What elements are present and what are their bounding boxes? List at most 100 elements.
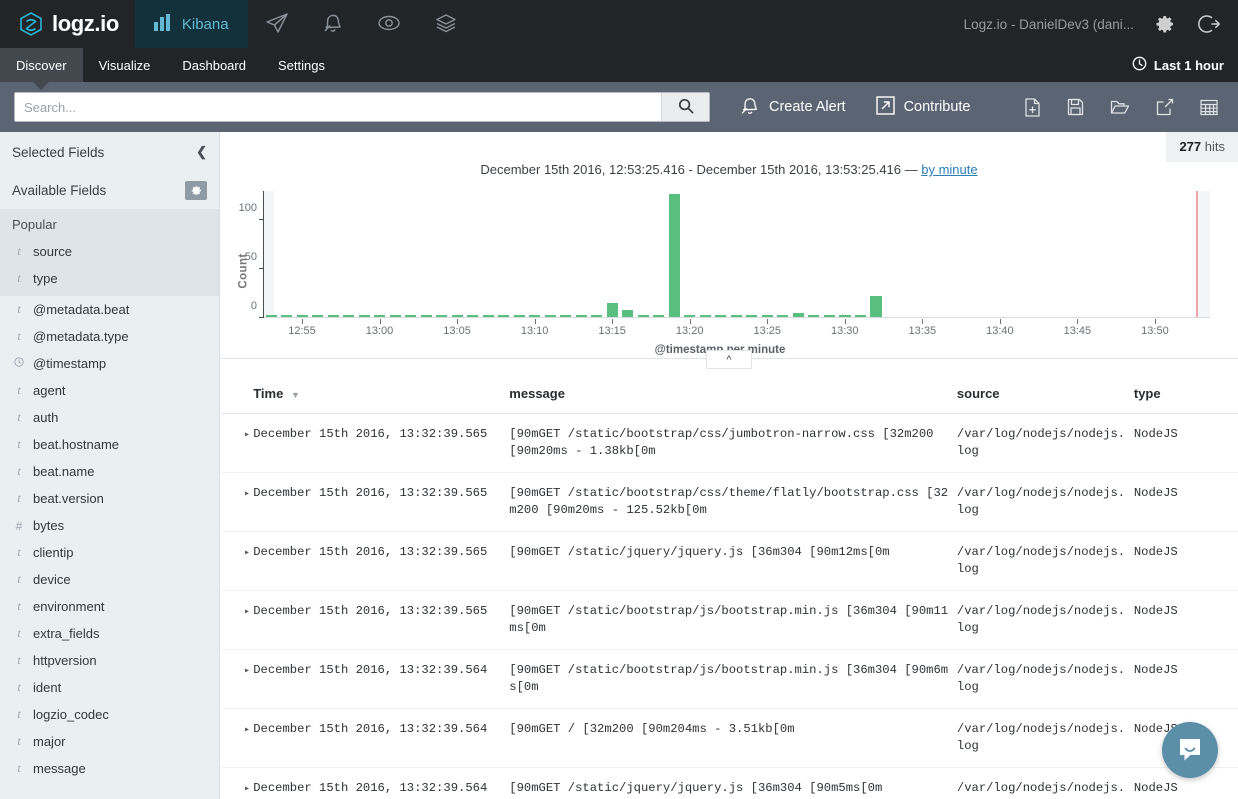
col-header-time[interactable]: Time ▼ bbox=[253, 374, 509, 414]
contribute-button[interactable]: Contribute bbox=[876, 96, 971, 119]
tab-discover[interactable]: Discover bbox=[0, 48, 83, 82]
row-expand-cell[interactable]: ▸ bbox=[222, 414, 253, 473]
field-metadata-type[interactable]: t @metadata.type bbox=[0, 323, 219, 350]
logout-icon[interactable] bbox=[1196, 11, 1222, 37]
caret-right-icon[interactable]: ▸ bbox=[244, 784, 250, 794]
chart-bar[interactable] bbox=[669, 194, 680, 317]
search-input[interactable] bbox=[15, 93, 661, 121]
field-message[interactable]: t message bbox=[0, 755, 219, 782]
chart-bar[interactable] bbox=[777, 315, 788, 317]
chart-bar[interactable] bbox=[359, 315, 370, 317]
col-header-source[interactable]: source bbox=[957, 374, 1134, 414]
chart-bar[interactable] bbox=[390, 315, 401, 317]
chart-bar[interactable] bbox=[715, 315, 726, 317]
chart-bar[interactable] bbox=[700, 315, 711, 317]
chart-bar[interactable] bbox=[576, 315, 587, 317]
chart-bar[interactable] bbox=[545, 315, 556, 317]
chart-bar[interactable] bbox=[343, 315, 354, 317]
app-item-insights[interactable] bbox=[360, 0, 418, 48]
app-item-paper-plane[interactable] bbox=[248, 0, 306, 48]
field-ident[interactable]: t ident bbox=[0, 674, 219, 701]
row-expand-cell[interactable]: ▸ bbox=[222, 768, 253, 795]
chart-bar[interactable] bbox=[808, 315, 819, 317]
row-expand-cell[interactable]: ▸ bbox=[222, 532, 253, 591]
chart-bar[interactable] bbox=[839, 315, 850, 317]
chart-bar[interactable] bbox=[684, 315, 695, 317]
field-bytes[interactable]: # bytes bbox=[0, 512, 219, 539]
share-icon[interactable] bbox=[1156, 98, 1174, 116]
field-environment[interactable]: t environment bbox=[0, 593, 219, 620]
field-auth[interactable]: t auth bbox=[0, 404, 219, 431]
gear-icon[interactable] bbox=[1152, 11, 1178, 37]
search-submit-button[interactable] bbox=[661, 93, 709, 121]
caret-right-icon[interactable]: ▸ bbox=[244, 489, 250, 500]
chart-bar[interactable] bbox=[870, 296, 881, 317]
tab-dashboard[interactable]: Dashboard bbox=[166, 48, 262, 82]
chart-bar[interactable] bbox=[855, 315, 866, 317]
save-icon[interactable] bbox=[1067, 98, 1084, 116]
table-row[interactable]: ▸December 15th 2016, 13:32:39.564[90mGET… bbox=[222, 768, 1238, 795]
chart-bar[interactable] bbox=[281, 315, 292, 317]
chart-bar[interactable] bbox=[436, 315, 447, 317]
app-item-alerts[interactable] bbox=[306, 0, 360, 48]
chevron-left-icon[interactable]: ❮ bbox=[196, 144, 207, 160]
chart-bar[interactable] bbox=[467, 315, 478, 317]
caret-right-icon[interactable]: ▸ bbox=[244, 430, 250, 441]
field-device[interactable]: t device bbox=[0, 566, 219, 593]
chart-bar[interactable] bbox=[591, 315, 602, 317]
logzio-brand[interactable]: logz.io bbox=[0, 0, 135, 48]
field-httpversion[interactable]: t httpversion bbox=[0, 647, 219, 674]
field-timestamp[interactable]: @timestamp bbox=[0, 350, 219, 377]
chart-bar[interactable] bbox=[529, 315, 540, 317]
documents-table-container[interactable]: Time ▼ message source type bbox=[220, 374, 1238, 794]
field-agent[interactable]: t agent bbox=[0, 377, 219, 404]
chart-bar[interactable] bbox=[622, 310, 633, 317]
field-type[interactable]: t type bbox=[0, 265, 219, 292]
chart-bar[interactable] bbox=[421, 315, 432, 317]
caret-right-icon[interactable]: ▸ bbox=[244, 666, 250, 677]
caret-right-icon[interactable]: ▸ bbox=[244, 607, 250, 618]
caret-right-icon[interactable]: ▸ bbox=[244, 548, 250, 559]
field-beat-version[interactable]: t beat.version bbox=[0, 485, 219, 512]
row-expand-cell[interactable]: ▸ bbox=[222, 591, 253, 650]
field-major[interactable]: t major bbox=[0, 728, 219, 755]
row-expand-cell[interactable]: ▸ bbox=[222, 709, 253, 768]
chart-bar[interactable] bbox=[374, 315, 385, 317]
col-header-message[interactable]: message bbox=[509, 374, 957, 414]
caret-right-icon[interactable]: ▸ bbox=[244, 725, 250, 736]
chart-bar[interactable] bbox=[762, 315, 773, 317]
field-clientip[interactable]: t clientip bbox=[0, 539, 219, 566]
create-alert-button[interactable]: Create Alert bbox=[740, 95, 846, 120]
chart-bar[interactable] bbox=[483, 315, 494, 317]
chart-bar[interactable] bbox=[405, 315, 416, 317]
table-icon[interactable] bbox=[1200, 99, 1218, 116]
chart-bar[interactable] bbox=[607, 303, 618, 317]
chart-bar[interactable] bbox=[452, 315, 463, 317]
chart-bar[interactable] bbox=[824, 315, 835, 317]
open-folder-icon[interactable] bbox=[1110, 99, 1130, 115]
chart-bar[interactable] bbox=[731, 315, 742, 317]
new-doc-icon[interactable] bbox=[1024, 98, 1041, 117]
gear-icon[interactable] bbox=[185, 181, 207, 200]
field-beat-hostname[interactable]: t beat.hostname bbox=[0, 431, 219, 458]
account-name[interactable]: Logz.io - DanielDev3 (dani... bbox=[964, 17, 1134, 32]
chart-plot-area[interactable]: 050100 12:5513:0013:0513:1013:1513:2013:… bbox=[264, 191, 1210, 318]
chart-bar[interactable] bbox=[514, 315, 525, 317]
chart-bar[interactable] bbox=[638, 315, 649, 317]
field-logzio-codec[interactable]: t logzio_codec bbox=[0, 701, 219, 728]
chart-bar[interactable] bbox=[560, 315, 571, 317]
chart-bar[interactable] bbox=[297, 315, 308, 317]
field-beat-name[interactable]: t beat.name bbox=[0, 458, 219, 485]
chart-bar[interactable] bbox=[266, 315, 277, 317]
table-row[interactable]: ▸December 15th 2016, 13:32:39.564[90mGET… bbox=[222, 650, 1238, 709]
app-item-kibana[interactable]: Kibana bbox=[135, 0, 248, 48]
chart-bar[interactable] bbox=[312, 315, 323, 317]
tab-settings[interactable]: Settings bbox=[262, 48, 341, 82]
chart-bar[interactable] bbox=[793, 313, 804, 317]
row-expand-cell[interactable]: ▸ bbox=[222, 473, 253, 532]
field-extra-fields[interactable]: t extra_fields bbox=[0, 620, 219, 647]
tab-visualize[interactable]: Visualize bbox=[83, 48, 167, 82]
field-source[interactable]: t source bbox=[0, 238, 219, 265]
chart-bar[interactable] bbox=[653, 315, 664, 317]
chart-interval-link[interactable]: by minute bbox=[921, 162, 977, 177]
